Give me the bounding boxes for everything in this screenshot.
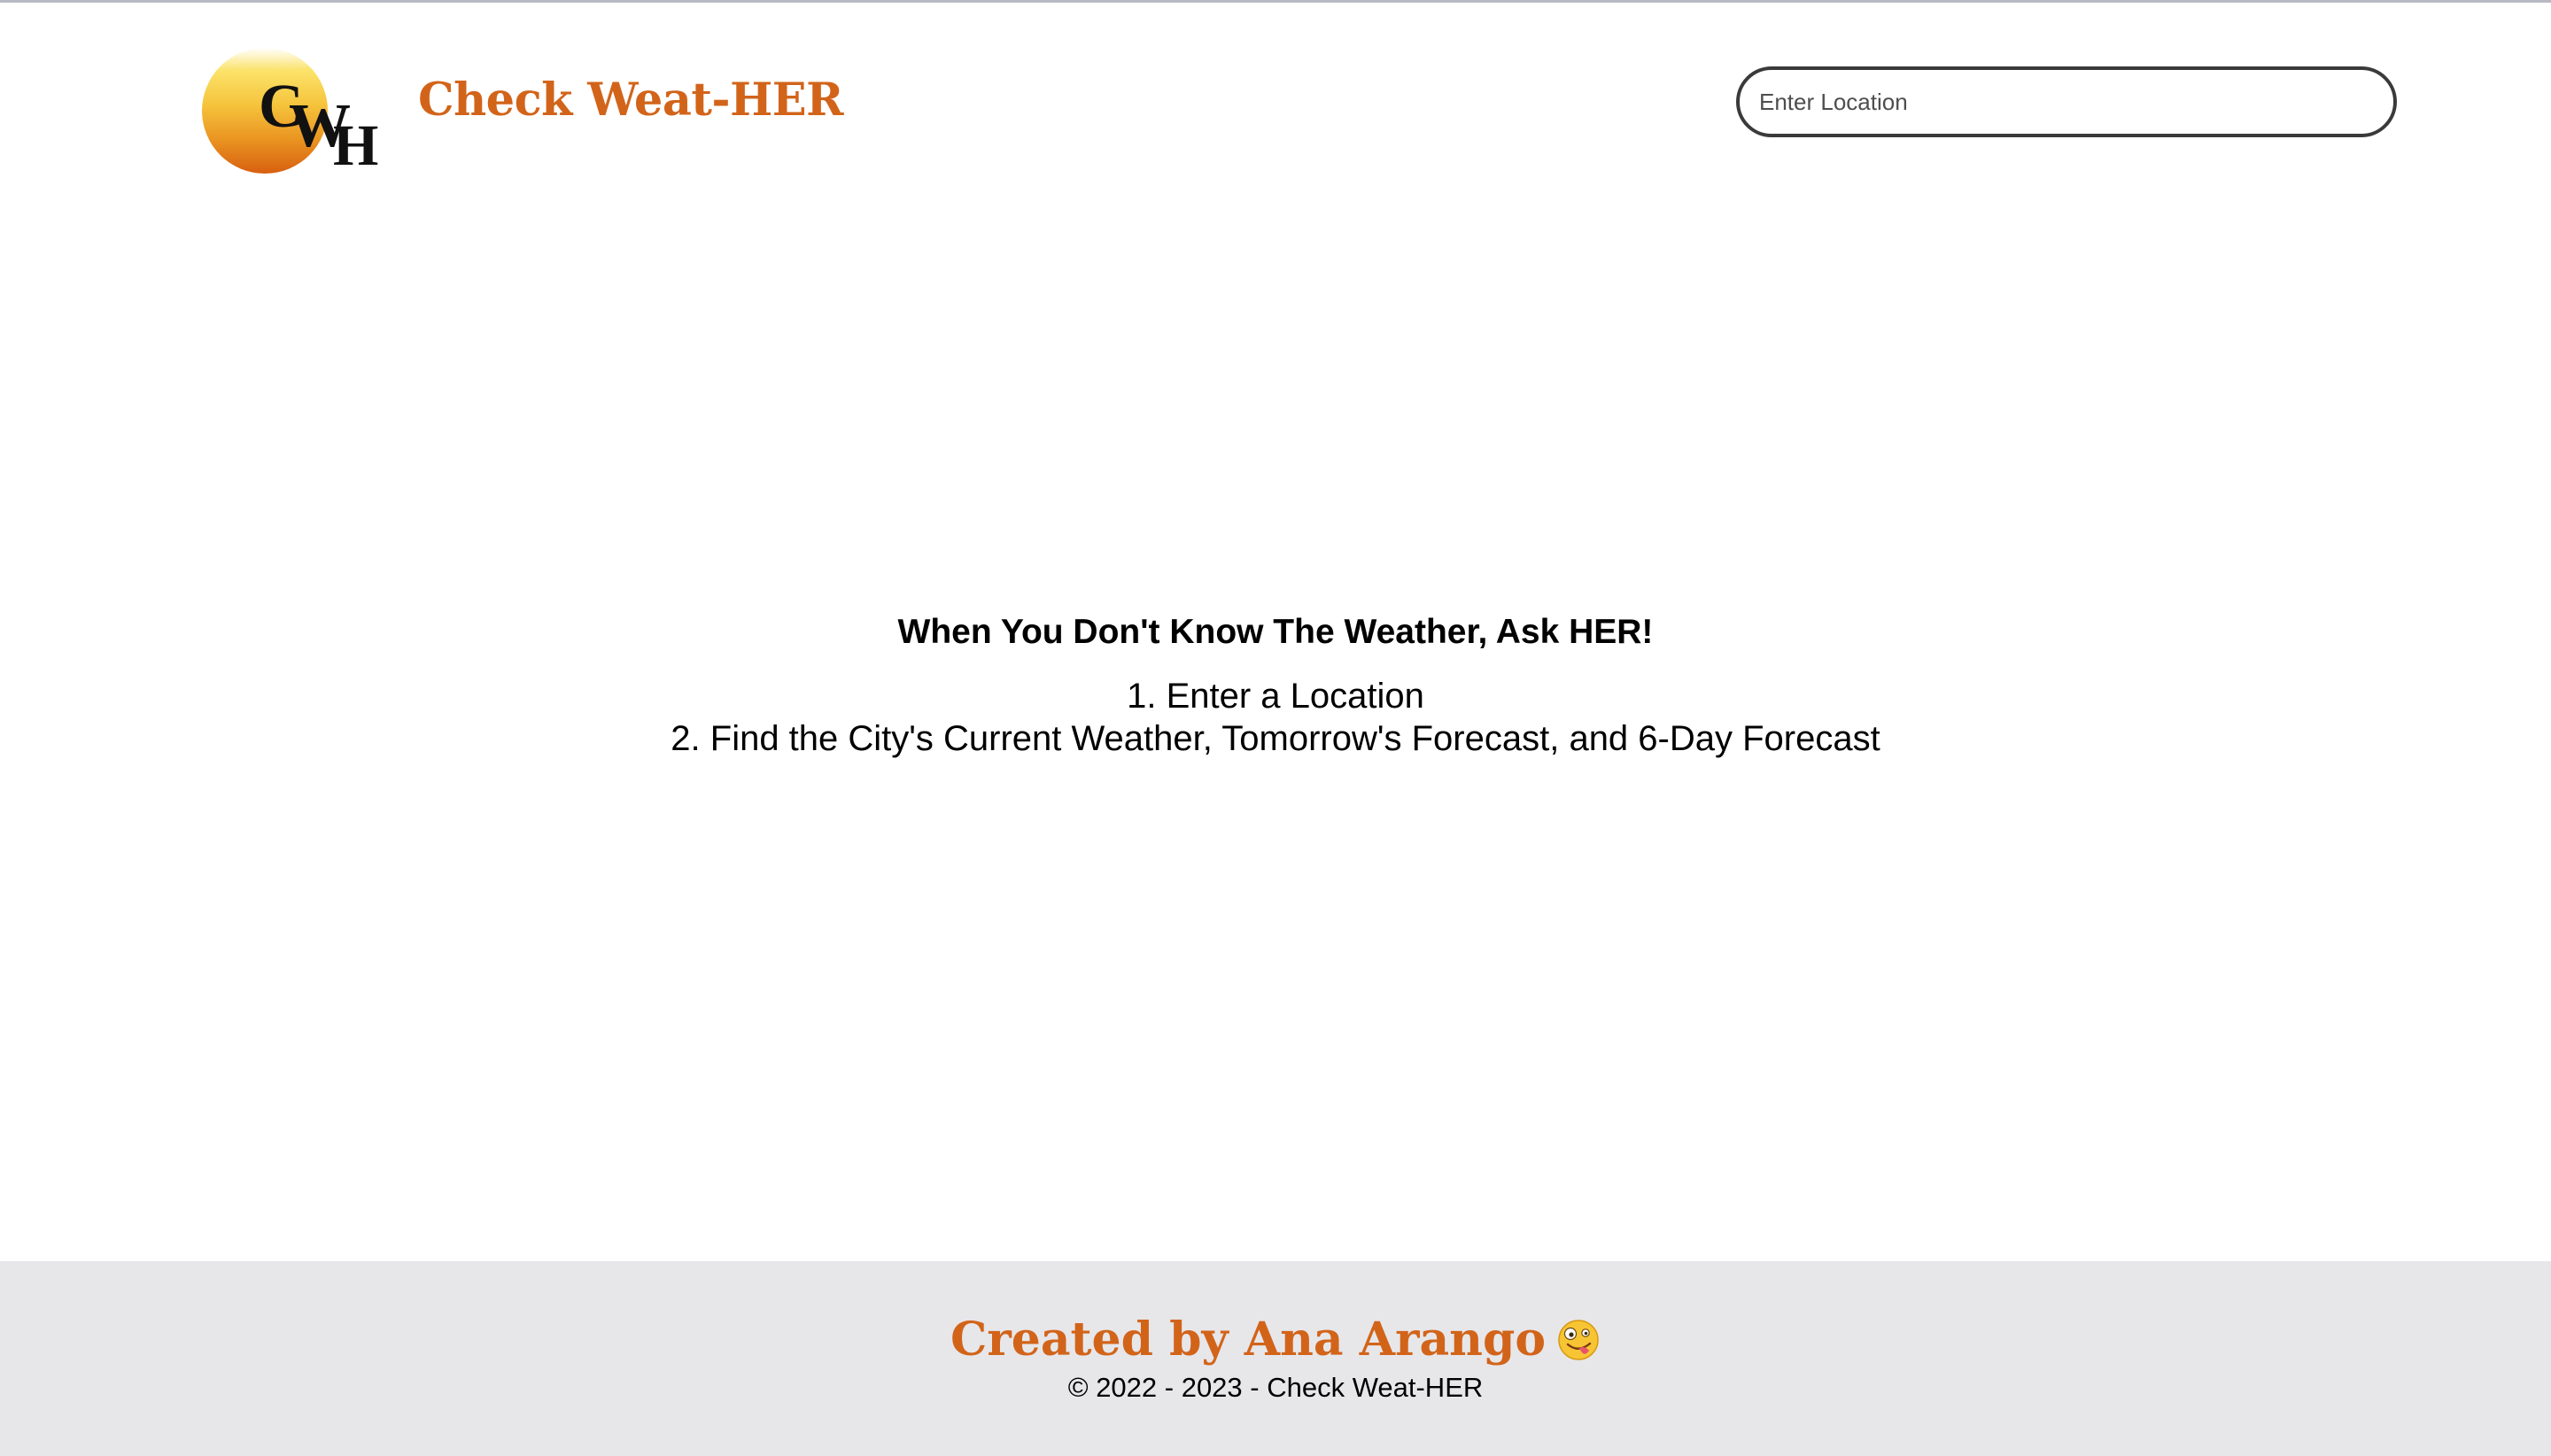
instruction-step-1: 1. Enter a Location — [1127, 677, 1424, 716]
zany-face-icon — [1558, 1319, 1599, 1360]
site-footer: Created by Ana Arango © 2022 - 2023 - Ch… — [0, 1261, 2551, 1456]
instruction-list: 1. Enter a Location 2. Find the City's C… — [0, 675, 2551, 760]
footer-credit: Created by Ana Arango — [0, 1309, 2551, 1371]
footer-copyright: © 2022 - 2023 - Check Weat-HER — [1067, 1372, 1484, 1403]
page: C W H Check Weat-HER When You Don't Know… — [0, 0, 2551, 1456]
site-title[interactable]: Check Weat-HER — [418, 71, 844, 129]
instruction-step-2: 2. Find the City's Current Weather, Tomo… — [671, 719, 1880, 758]
top-divider — [0, 0, 2551, 3]
location-search-input[interactable] — [1736, 66, 2397, 137]
logo-letter-h: H — [333, 113, 379, 178]
intro-heading: When You Don't Know The Weather, Ask HER… — [897, 613, 1654, 651]
cwh-logo[interactable]: C W H — [200, 39, 379, 178]
footer-credit-text: Created by Ana Arango — [950, 1313, 1547, 1367]
intro-section: When You Don't Know The Weather, Ask HER… — [0, 608, 2551, 760]
